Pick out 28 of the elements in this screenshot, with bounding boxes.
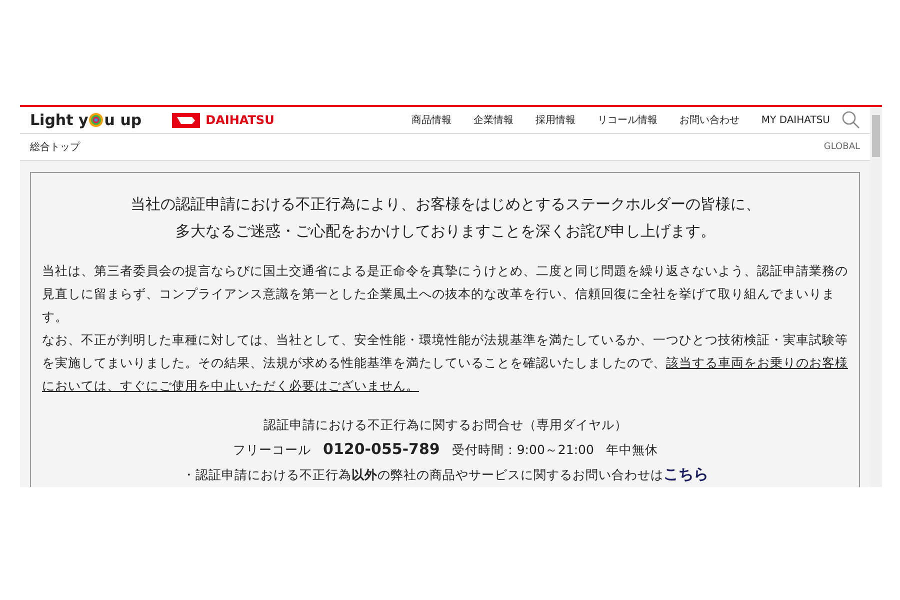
global-link[interactable]: GLOBAL: [824, 142, 860, 152]
logo-text[interactable]: Light y: [30, 111, 88, 130]
nav-link[interactable]: 商品情報: [411, 113, 452, 128]
notice-link[interactable]: においては、すぐにご使用を中止いただく必要はございません。: [42, 378, 419, 393]
nav-link[interactable]: 採用情報: [535, 113, 576, 128]
days-text: 年中無休: [606, 442, 658, 457]
nav-link[interactable]: リコール情報: [597, 113, 658, 128]
search-icon[interactable]: [842, 111, 860, 130]
freecall-label: フリーコール: [233, 442, 312, 457]
hours-text: 受付時間：9:00～21:00: [452, 442, 594, 457]
breadcrumb-link[interactable]: 総合トップ: [30, 140, 80, 154]
contact-title: 認証申請における不正行為に関するお問合せ（専用ダイヤル）: [264, 417, 628, 432]
brand-name[interactable]: DAIHATSU: [206, 113, 274, 128]
other-inquiry-text: ・認証申請における不正行為以外の弊社の商品やサービスに関するお問い合わせは: [182, 467, 664, 482]
brand-logo-icon: [172, 112, 200, 128]
notice-paragraph: 当社は、第三者委員会の提言ならびに国土交通省による是正命令を真摯にうけとめ、二度と同じ問題を繰り返さないよう、認証申請業務の見直しに留まらず、コンプライアンス意識を第一とした企業風土への抜本的な改革を行い、信頼回復に全社を挙げて取り組んでまいります。: [42, 262, 849, 326]
nav-link[interactable]: お問い合わせ: [679, 113, 740, 128]
ring-icon: [88, 112, 104, 128]
notice-link[interactable]: 該当する車両をお乗りのお客様: [666, 355, 848, 370]
nav-link[interactable]: MY DAIHATSU: [761, 114, 830, 126]
phone-number: 0120-055-789: [323, 440, 440, 458]
nav-link[interactable]: 企業情報: [473, 113, 514, 128]
scrollbar[interactable]: [870, 107, 882, 487]
notice-heading: 当社の認証申請における不正行為により、お客様をはじめとするステークホルダーの皆様に、: [130, 194, 762, 215]
logo-text[interactable]: u up: [104, 111, 142, 130]
notice-heading: 多大なるご迷惑・ご心配をおかけしておりますことを深くお詫び申し上げます。: [174, 221, 716, 242]
other-inquiry-link[interactable]: こちら: [664, 465, 708, 483]
notice-paragraph: なお、不正が判明した車種に対しては、当社として、安全性能・環境性能が法規基準を満たしているか、一つひとつ技術検証・実車試験等を実施してまいりました。その結果、法規が求める性能基準を満たしていることを確認いたしましたので、該当する車両をお乗りのお客様 においては、すぐにご使用を中止いただく必要はございません。: [42, 331, 849, 395]
